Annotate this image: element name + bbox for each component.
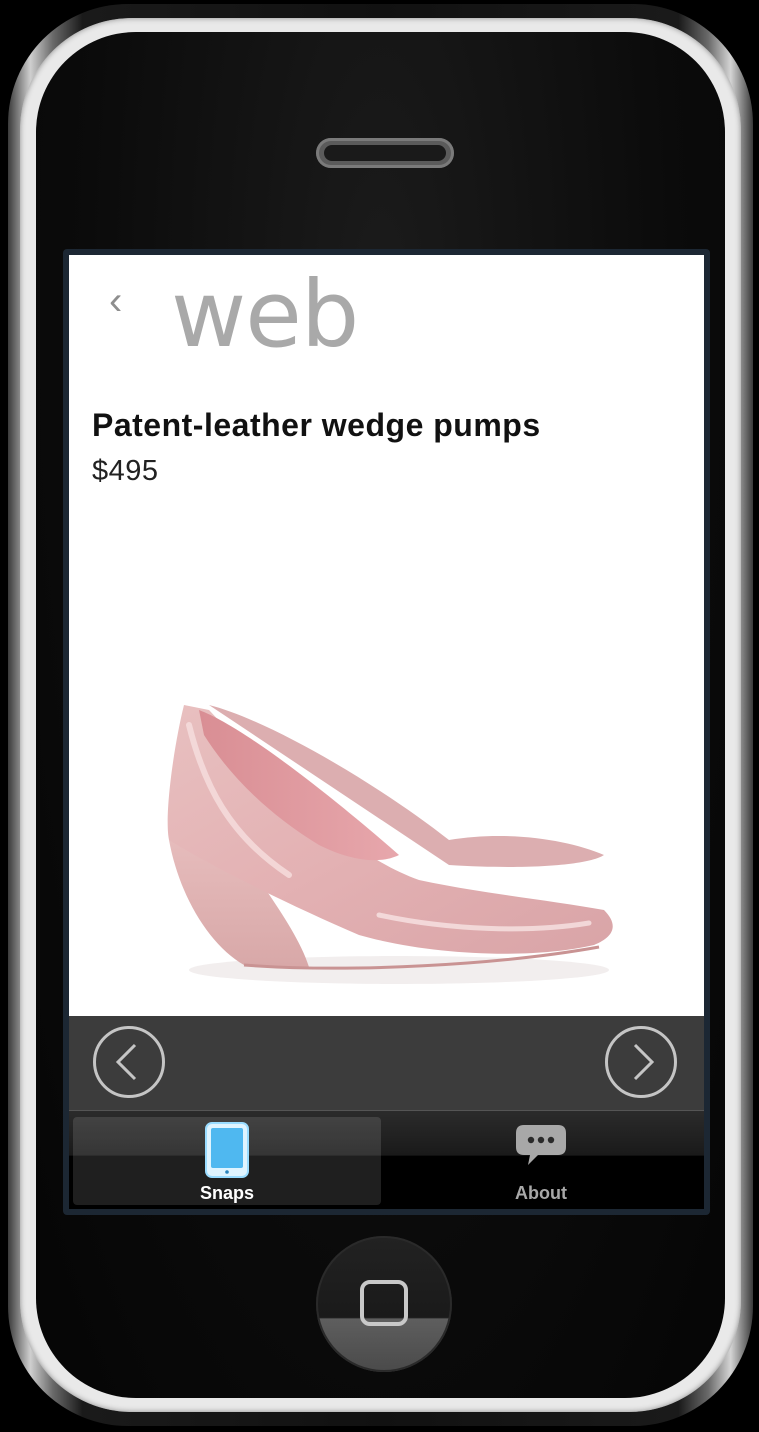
device-frame: ‹ web Patent-leather wedge pumps $495 Sn… — [0, 0, 759, 1432]
chevron-left-circle-icon — [115, 1043, 137, 1081]
speech-bubble-icon — [516, 1125, 566, 1165]
home-button[interactable] — [316, 1236, 452, 1372]
chevron-right-circle-icon — [633, 1043, 655, 1081]
back-button[interactable]: ‹ — [109, 281, 122, 321]
next-button[interactable] — [605, 1026, 677, 1098]
product-image — [167, 705, 613, 984]
home-square-icon — [360, 1280, 408, 1326]
tablet-icon — [205, 1122, 249, 1178]
page-title: web — [171, 261, 359, 368]
content-area: ‹ web Patent-leather wedge pumps $495 — [69, 255, 704, 1016]
earpiece-speaker — [316, 138, 454, 168]
product-price: $495 — [92, 455, 159, 487]
product-name: Patent-leather wedge pumps — [92, 407, 541, 443]
tab-about[interactable]: About — [387, 1117, 695, 1205]
pager-bar — [69, 1016, 704, 1110]
tab-label: About — [515, 1183, 567, 1203]
tab-bar: Snaps About — [69, 1110, 704, 1209]
tab-label: Snaps — [199, 1183, 255, 1203]
screen: ‹ web Patent-leather wedge pumps $495 Sn… — [63, 249, 710, 1215]
previous-button[interactable] — [93, 1026, 165, 1098]
tab-snaps[interactable]: Snaps — [73, 1117, 381, 1205]
